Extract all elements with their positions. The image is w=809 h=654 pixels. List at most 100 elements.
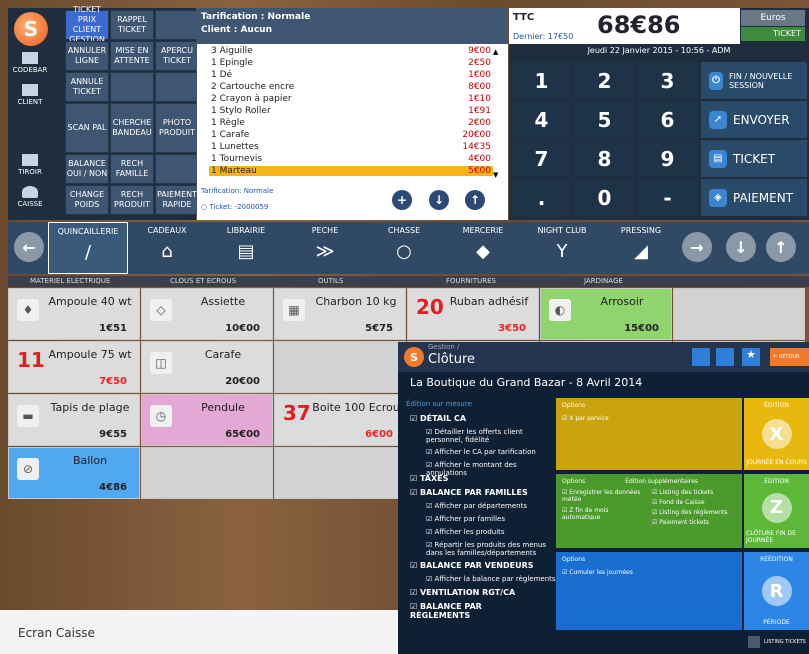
key-1[interactable]: 1: [511, 62, 572, 99]
edit-icon[interactable]: [716, 348, 734, 366]
ticket-line[interactable]: 2 Crayon à papier 1€10: [211, 94, 491, 104]
category-mercerie[interactable]: MERCERIE ◆: [443, 222, 523, 274]
ticket-line[interactable]: 2 Cartouche encre 8€00: [211, 82, 491, 92]
reedition-r-button[interactable]: RÉÉDITION R PÉRIODE: [744, 552, 809, 630]
product-tile[interactable]: ◐ Arrosoir 15€00: [540, 288, 672, 340]
listing-tickets-button[interactable]: LISTING TICKETS: [744, 632, 809, 652]
subcategory-tab[interactable]: JARDINAGE: [584, 277, 623, 285]
product-tile[interactable]: ◇ Assiette 10€00: [141, 288, 273, 340]
ticket-line[interactable]: 3 Aiguille 9€00: [211, 46, 491, 56]
photo-button[interactable]: PHOTO PRODUIT: [155, 103, 199, 153]
scroll-up-icon[interactable]: ▲: [493, 48, 498, 56]
cherche-button[interactable]: CHERCHE BANDEAU: [110, 103, 154, 153]
option-checkbox[interactable]: ☑ Z fin de mois automatique: [562, 507, 642, 521]
key-3[interactable]: 3: [637, 62, 698, 99]
add-button[interactable]: +: [392, 190, 412, 210]
subcategory-tab[interactable]: MATERIEL ELECTRIQUE: [30, 277, 110, 285]
product-tile[interactable]: ◷ Pendule 65€00: [141, 394, 273, 446]
product-tile[interactable]: 11 Ampoule 75 wt 7€50: [8, 341, 140, 393]
option-checkbox[interactable]: ☑ Afficher le CA par tarification: [426, 448, 556, 456]
function-key-1[interactable]: ➚ ENVOYER: [701, 101, 807, 138]
category-night-club[interactable]: NIGHT CLUB Y: [522, 222, 602, 274]
ticket-line[interactable]: 1 Stylo Roller 1€91: [211, 106, 491, 116]
product-tile[interactable]: ▬ Tapis de plage 9€55: [8, 394, 140, 446]
ticket-toggle[interactable]: TICKET: [741, 27, 805, 41]
option-checkbox[interactable]: ☑ Listing des règlements: [652, 509, 728, 516]
annuler-ligne-button[interactable]: ANNULER LIGNE: [65, 41, 109, 71]
option-checkbox[interactable]: ☑ Afficher par départements: [426, 502, 556, 510]
option-checkbox[interactable]: ☑ Répartir les produits des menus dans l…: [426, 541, 556, 557]
ticket-line[interactable]: 1 Tournevis 4€00: [211, 154, 491, 164]
ticket-line[interactable]: 1 Lunettes 14€35: [211, 142, 491, 152]
key-6[interactable]: 6: [637, 101, 698, 138]
balance-button[interactable]: BALANCE OUI / NON: [65, 154, 109, 184]
edition-x-button[interactable]: ÉDITION X JOURNÉE EN COURS: [744, 398, 809, 470]
option-checkbox[interactable]: ☑ Fond de Caisse: [652, 499, 728, 506]
up-arrow-button[interactable]: ↑: [465, 190, 485, 210]
function-key-3[interactable]: ◈ PAIEMENT: [701, 179, 807, 216]
key-.[interactable]: .: [511, 179, 572, 216]
next-category-button[interactable]: →: [682, 232, 712, 262]
retour-button[interactable]: ↶ RETOUR: [770, 348, 809, 366]
key-7[interactable]: 7: [511, 140, 572, 177]
section-checkbox[interactable]: ☑ TAXES: [410, 474, 540, 483]
product-tile[interactable]: 37 Boite 100 Ecrou 6€00: [274, 394, 406, 446]
option-checkbox[interactable]: ☑ Cumuler les journées: [562, 569, 736, 576]
option-checkbox[interactable]: ☑ Détailler les offerts client personnel…: [426, 428, 556, 444]
subcategory-tab[interactable]: OUTILS: [318, 277, 343, 285]
key-8[interactable]: 8: [574, 140, 635, 177]
scroll-up-button[interactable]: ↑: [766, 232, 796, 262]
prix-button[interactable]: TICKET PRIX CLIENT GESTION: [65, 5, 109, 44]
rech-famille-button[interactable]: RECH FAMILLE: [110, 154, 154, 184]
client-button[interactable]: CLIENT: [10, 84, 50, 106]
category-quincaillerie[interactable]: QUINCAILLERIE /: [48, 222, 128, 274]
ticket-line[interactable]: 1 Epingle 2€50: [211, 58, 491, 68]
subcategory-tab[interactable]: FOURNITURES: [446, 277, 496, 285]
function-key-0[interactable]: ⏻ FIN / NOUVELLE SESSION: [701, 62, 807, 99]
key-9[interactable]: 9: [637, 140, 698, 177]
product-tile[interactable]: ▦ Charbon 10 kg 5€75: [274, 288, 406, 340]
key-0[interactable]: 0: [574, 179, 635, 216]
product-tile[interactable]: ♦ Ampoule 40 wt 1€51: [8, 288, 140, 340]
category-pressing[interactable]: PRESSING ◢: [601, 222, 681, 274]
key-2[interactable]: 2: [574, 62, 635, 99]
scroll-down-icon[interactable]: ▼: [493, 171, 498, 179]
section-checkbox[interactable]: ☑ DÉTAIL CA: [410, 414, 540, 423]
change-poids-button[interactable]: CHANGE POIDS: [65, 185, 109, 215]
option-checkbox[interactable]: ☑ Afficher par familles: [426, 515, 556, 523]
scan-button[interactable]: SCAN PAL: [65, 103, 109, 153]
codebar-button[interactable]: CODEBAR: [10, 52, 50, 74]
category-peche[interactable]: PECHE ≫: [285, 222, 365, 274]
edition-z-button[interactable]: ÉDITION Z CLÔTURE FIN DE JOURNÉE: [744, 474, 809, 548]
product-tile[interactable]: 20 Ruban adhésif 3€50: [407, 288, 539, 340]
subcategory-tab[interactable]: CLOUS ET ECROUS: [170, 277, 236, 285]
section-checkbox[interactable]: ☑ BALANCE PAR FAMILLES: [410, 488, 540, 497]
annule-ticket-button[interactable]: ANNULE TICKET: [65, 72, 109, 102]
option-checkbox[interactable]: ☑ Afficher les produits: [426, 528, 556, 536]
function-key-2[interactable]: ▤ TICKET: [701, 140, 807, 177]
ticket-line[interactable]: 1 Carafe 20€00: [211, 130, 491, 140]
currency-button[interactable]: Euros: [741, 10, 805, 26]
down-arrow-button[interactable]: ↓: [429, 190, 449, 210]
option-checkbox[interactable]: ☑ X par service: [562, 415, 736, 422]
tiroir-button[interactable]: TIROIR: [10, 154, 50, 176]
star-icon[interactable]: ★: [742, 348, 760, 366]
section-checkbox[interactable]: ☑ BALANCE PAR RÈGLEMENTS: [410, 602, 540, 620]
option-checkbox[interactable]: ☑ Paiement tickets: [652, 519, 728, 526]
key-4[interactable]: 4: [511, 101, 572, 138]
caisse-button[interactable]: CAISSE: [10, 186, 50, 208]
ticket-line[interactable]: 1 Règle 2€00: [211, 118, 491, 128]
key-5[interactable]: 5: [574, 101, 635, 138]
option-checkbox[interactable]: ☑ Listing des tickets: [652, 489, 728, 496]
ticket-line[interactable]: 1 Dé 1€00: [211, 70, 491, 80]
rech-produit-button[interactable]: RECH PRODUIT: [110, 185, 154, 215]
section-checkbox[interactable]: ☑ VENTILATION RGT/CA: [410, 588, 540, 597]
settings-icon[interactable]: [692, 348, 710, 366]
key--[interactable]: -: [637, 179, 698, 216]
prev-category-button[interactable]: ←: [14, 232, 44, 262]
category-cadeaux[interactable]: CADEAUX ⌂: [127, 222, 207, 274]
paiement-rapide-button[interactable]: PAIEMENT RAPIDE: [155, 185, 199, 215]
category-librairie[interactable]: LIBRAIRIE ▤: [206, 222, 286, 274]
product-tile[interactable]: ⊘ Ballon 4€86: [8, 447, 140, 499]
apercu-button[interactable]: APERCU TICKET: [155, 41, 199, 71]
